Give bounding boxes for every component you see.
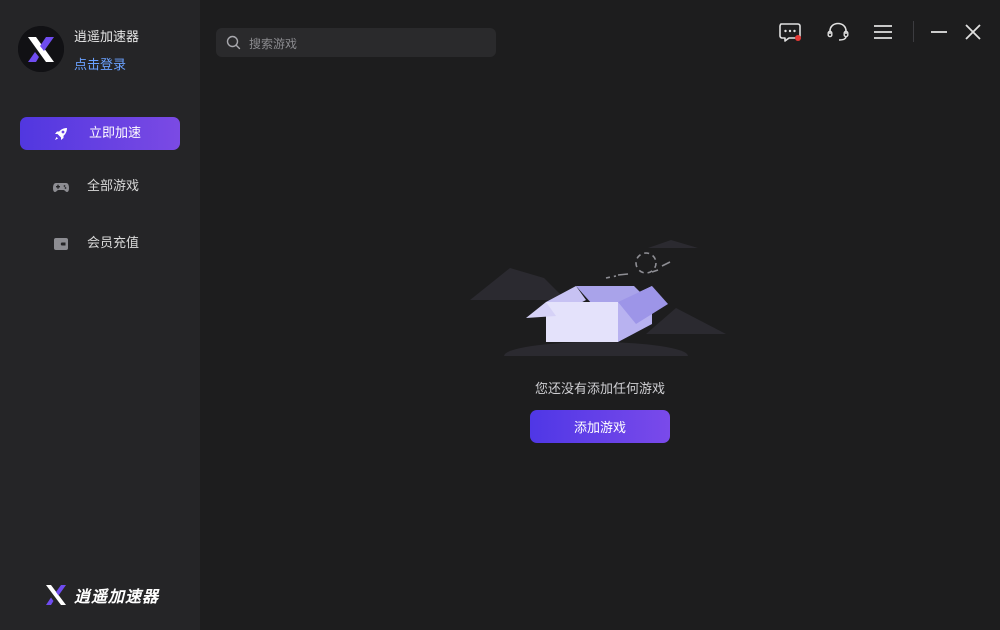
app-logo-icon: [18, 26, 64, 72]
search-box[interactable]: [216, 28, 496, 59]
brand-logo-icon: [46, 585, 66, 605]
menu-button[interactable]: [870, 19, 896, 45]
close-button[interactable]: [960, 19, 986, 45]
wallet-icon: [52, 235, 70, 253]
nav-item-label: 会员充值: [87, 236, 140, 251]
nav-item-all-games[interactable]: 全部游戏: [20, 170, 180, 203]
nav-item-membership[interactable]: 会员充值: [20, 227, 180, 260]
gamepad-icon: [52, 178, 70, 196]
add-game-button[interactable]: 添加游戏: [530, 410, 670, 443]
brand-footer: 逍遥加速器: [44, 582, 159, 608]
nav-item-label: 立即加速: [89, 126, 142, 141]
headset-icon: [827, 22, 849, 41]
message-icon: [779, 23, 801, 42]
login-link[interactable]: 点击登录: [74, 54, 126, 73]
sidebar: 逍遥加速器 点击登录 立即加速 全部游戏 会员充值 逍遥加速器: [0, 0, 200, 630]
message-button[interactable]: [777, 19, 803, 45]
app-name: 逍遥加速器: [74, 30, 140, 45]
minimize-button[interactable]: [926, 19, 952, 45]
rocket-icon: [52, 125, 70, 143]
app-window: 逍遥加速器 点击登录 立即加速 全部游戏 会员充值 逍遥加速器 搜索游戏 您还没…: [0, 0, 1000, 630]
search-icon: [226, 35, 241, 50]
empty-state-message: 您还没有添加任何游戏: [534, 382, 665, 397]
menu-icon: [874, 25, 892, 39]
toolbar-divider: [913, 21, 914, 42]
avatar[interactable]: [18, 26, 64, 72]
nav-item-label: 全部游戏: [87, 179, 140, 194]
support-button[interactable]: [825, 19, 851, 45]
brand-name: 逍遥加速器: [74, 587, 160, 606]
notification-dot: [795, 35, 801, 41]
close-icon: [965, 24, 981, 40]
nav-item-boost[interactable]: 立即加速: [20, 117, 180, 150]
minimize-icon: [931, 31, 947, 33]
empty-box-illustration: [466, 234, 736, 370]
search-input[interactable]: [247, 28, 491, 59]
